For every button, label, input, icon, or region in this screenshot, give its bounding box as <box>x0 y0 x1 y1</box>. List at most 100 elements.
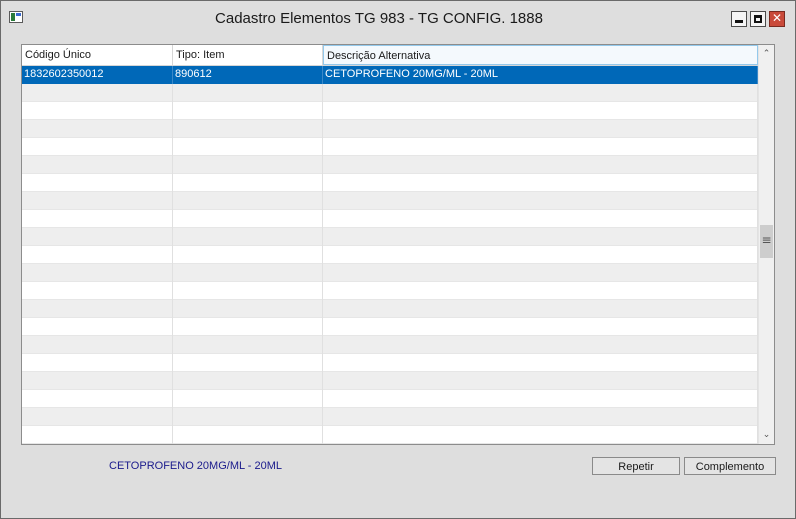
scroll-down-icon[interactable]: ⌄ <box>759 427 774 443</box>
cell-codigo[interactable] <box>22 282 173 300</box>
cell-tipo[interactable] <box>173 174 323 192</box>
cell-codigo[interactable] <box>22 408 173 426</box>
cell-codigo[interactable] <box>22 426 173 444</box>
cell-tipo[interactable] <box>173 246 323 264</box>
cell-codigo[interactable] <box>22 102 173 120</box>
table-row[interactable] <box>22 300 758 318</box>
cell-tipo[interactable] <box>173 210 323 228</box>
cell-descricao[interactable] <box>323 408 758 426</box>
cell-tipo[interactable] <box>173 300 323 318</box>
cell-tipo[interactable] <box>173 408 323 426</box>
table-row[interactable] <box>22 120 758 138</box>
cell-codigo[interactable] <box>22 192 173 210</box>
cell-descricao[interactable] <box>323 192 758 210</box>
cell-codigo[interactable] <box>22 264 173 282</box>
cell-descricao[interactable] <box>323 246 758 264</box>
table-row[interactable] <box>22 372 758 390</box>
cell-descricao[interactable] <box>323 264 758 282</box>
table-row[interactable] <box>22 354 758 372</box>
cell-descricao[interactable] <box>323 336 758 354</box>
cell-descricao[interactable] <box>323 390 758 408</box>
table-row[interactable] <box>22 444 758 445</box>
cell-tipo[interactable] <box>173 156 323 174</box>
cell-tipo[interactable] <box>173 444 323 445</box>
table-row[interactable] <box>22 210 758 228</box>
table-row[interactable] <box>22 390 758 408</box>
cell-codigo[interactable] <box>22 372 173 390</box>
cell-descricao[interactable] <box>323 444 758 445</box>
cell-codigo[interactable] <box>22 174 173 192</box>
cell-codigo[interactable] <box>22 156 173 174</box>
cell-tipo[interactable] <box>173 264 323 282</box>
table-row[interactable] <box>22 264 758 282</box>
cell-codigo[interactable] <box>22 138 173 156</box>
table-row[interactable] <box>22 408 758 426</box>
cell-codigo[interactable] <box>22 246 173 264</box>
table-row[interactable] <box>22 138 758 156</box>
table-row[interactable] <box>22 102 758 120</box>
cell-descricao[interactable] <box>323 300 758 318</box>
table-row[interactable] <box>22 336 758 354</box>
cell-tipo[interactable] <box>173 318 323 336</box>
cell-codigo[interactable] <box>22 390 173 408</box>
table-row[interactable] <box>22 228 758 246</box>
cell-codigo[interactable] <box>22 120 173 138</box>
cell-descricao[interactable] <box>323 156 758 174</box>
cell-descricao[interactable] <box>323 372 758 390</box>
table-row[interactable] <box>22 174 758 192</box>
table-row[interactable] <box>22 426 758 444</box>
cell-descricao[interactable] <box>323 426 758 444</box>
cell-descricao[interactable] <box>323 354 758 372</box>
cell-tipo[interactable] <box>173 120 323 138</box>
scroll-up-icon[interactable]: ⌃ <box>759 46 774 62</box>
minimize-button[interactable] <box>731 11 747 27</box>
cell-descricao[interactable] <box>323 228 758 246</box>
cell-tipo[interactable] <box>173 336 323 354</box>
close-button[interactable]: ✕ <box>769 11 785 27</box>
cell-codigo[interactable] <box>22 336 173 354</box>
cell-codigo[interactable] <box>22 84 173 102</box>
cell-descricao[interactable] <box>323 138 758 156</box>
elements-grid[interactable]: Código Único Tipo: Item Descrição Altern… <box>21 44 775 445</box>
table-row[interactable] <box>22 192 758 210</box>
scroll-thumb[interactable] <box>760 225 773 258</box>
cell-codigo[interactable]: 1832602350012 <box>22 66 173 84</box>
cell-descricao[interactable] <box>323 102 758 120</box>
table-row[interactable] <box>22 318 758 336</box>
column-header-codigo[interactable]: Código Único <box>22 45 173 65</box>
maximize-button[interactable] <box>750 11 766 27</box>
table-row[interactable] <box>22 156 758 174</box>
cell-tipo[interactable] <box>173 354 323 372</box>
cell-tipo[interactable] <box>173 84 323 102</box>
cell-tipo[interactable] <box>173 372 323 390</box>
cell-descricao[interactable]: CETOPROFENO 20MG/ML - 20ML <box>323 66 758 84</box>
cell-codigo[interactable] <box>22 354 173 372</box>
title-bar[interactable]: Cadastro Elementos TG 983 - TG CONFIG. 1… <box>1 1 795 34</box>
cell-tipo[interactable] <box>173 228 323 246</box>
cell-descricao[interactable] <box>323 120 758 138</box>
cell-codigo[interactable] <box>22 210 173 228</box>
cell-tipo[interactable] <box>173 426 323 444</box>
column-header-descricao[interactable]: Descrição Alternativa <box>323 45 758 65</box>
vertical-scrollbar[interactable]: ⌃ ⌄ <box>758 45 774 444</box>
table-row[interactable] <box>22 282 758 300</box>
table-row-selected[interactable]: 1832602350012 890612 CETOPROFENO 20MG/ML -… <box>22 66 758 84</box>
cell-descricao[interactable] <box>323 84 758 102</box>
cell-codigo[interactable] <box>22 444 173 445</box>
cell-descricao[interactable] <box>323 282 758 300</box>
table-row[interactable] <box>22 84 758 102</box>
cell-codigo[interactable] <box>22 318 173 336</box>
cell-codigo[interactable] <box>22 228 173 246</box>
cell-tipo[interactable]: 890612 <box>173 66 323 84</box>
cell-tipo[interactable] <box>173 102 323 120</box>
cell-descricao[interactable] <box>323 174 758 192</box>
repetir-button[interactable]: Repetir <box>592 457 680 475</box>
cell-tipo[interactable] <box>173 390 323 408</box>
cell-codigo[interactable] <box>22 300 173 318</box>
cell-tipo[interactable] <box>173 192 323 210</box>
cell-descricao[interactable] <box>323 210 758 228</box>
complemento-button[interactable]: Complemento <box>684 457 776 475</box>
cell-descricao[interactable] <box>323 318 758 336</box>
cell-tipo[interactable] <box>173 282 323 300</box>
column-header-tipo[interactable]: Tipo: Item <box>173 45 323 65</box>
